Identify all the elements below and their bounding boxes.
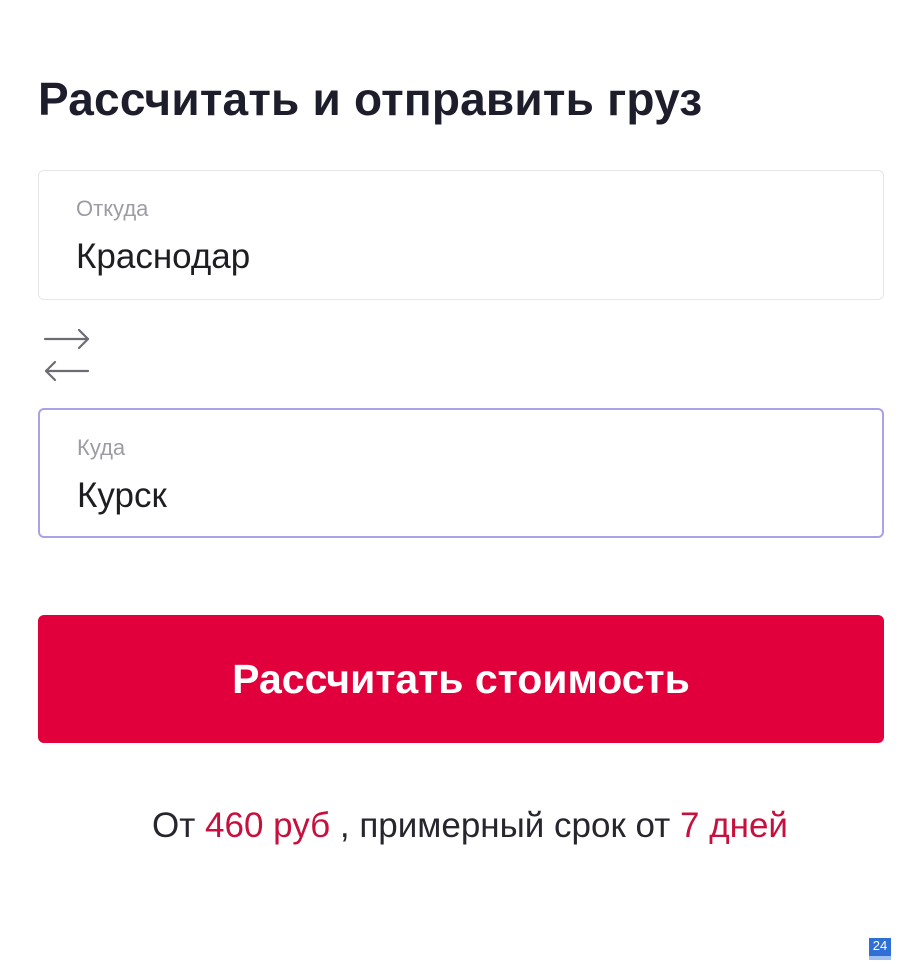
page-title: Рассчитать и отправить груз xyxy=(38,73,703,125)
to-input[interactable] xyxy=(77,476,837,516)
swap-button[interactable] xyxy=(42,325,92,385)
from-field[interactable]: Откуда xyxy=(38,170,884,300)
estimate-middle: , примерный срок от xyxy=(339,806,671,845)
to-field-label: Куда xyxy=(77,435,126,460)
estimate-prefix: От xyxy=(152,806,196,845)
calculator-page: Рассчитать и отправить груз Откуда Куда … xyxy=(0,0,900,970)
to-field[interactable]: Куда xyxy=(38,408,884,538)
swap-arrows-icon xyxy=(43,328,90,382)
estimate-duration: 7 дней xyxy=(680,806,788,845)
from-input[interactable] xyxy=(76,237,836,277)
from-field-label: Откуда xyxy=(76,196,149,221)
corner-badge: 24 xyxy=(869,938,891,960)
estimate-price: 460 руб xyxy=(205,806,331,845)
estimate-text: От 460 руб , примерный срок от 7 дней xyxy=(0,806,900,846)
calculate-cost-button[interactable]: Рассчитать стоимость xyxy=(38,615,884,743)
